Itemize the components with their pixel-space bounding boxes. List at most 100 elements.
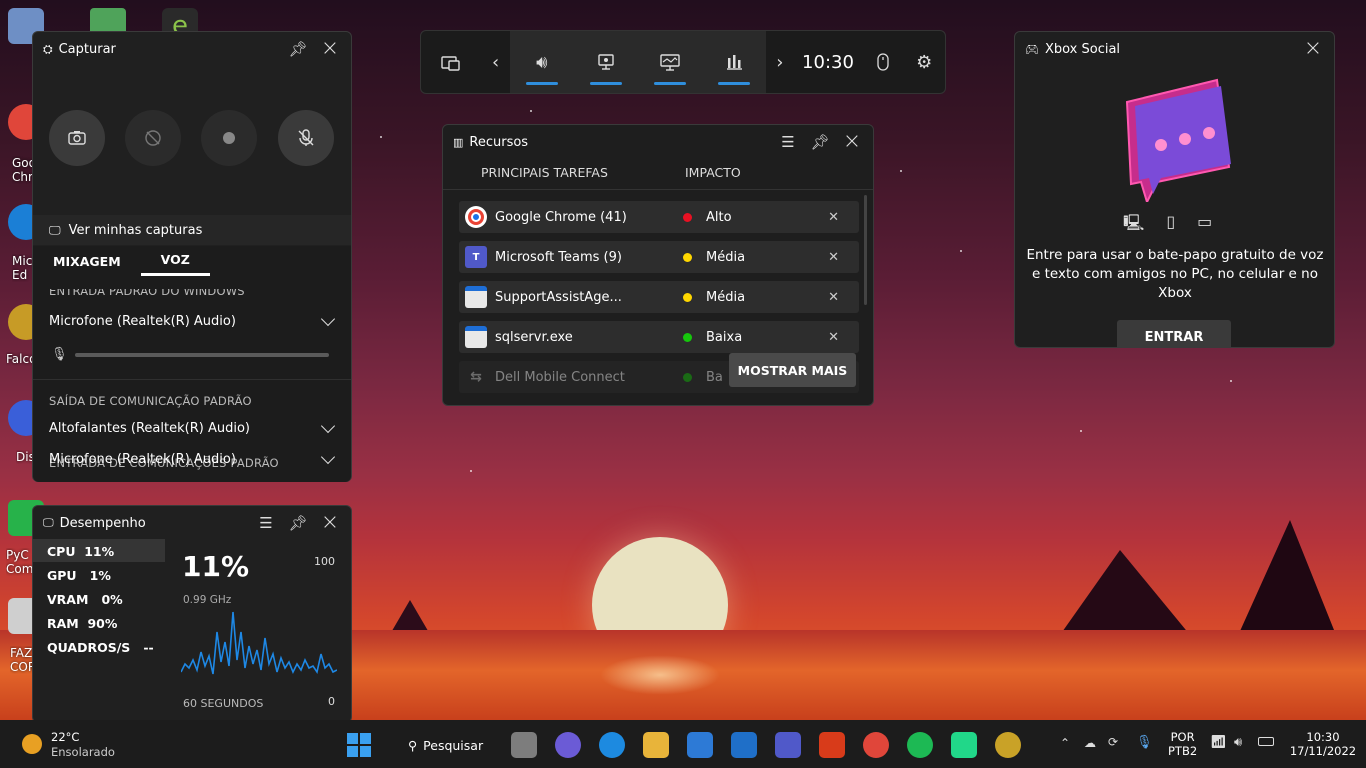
- options-icon[interactable]: ☰: [777, 131, 799, 153]
- sync-icon[interactable]: ⟳: [1108, 735, 1118, 749]
- mic-volume-slider[interactable]: [75, 353, 329, 357]
- widget-menu-button[interactable]: [421, 31, 481, 93]
- login-button[interactable]: ENTRAR: [1117, 320, 1231, 347]
- teams-icon: T: [465, 246, 487, 268]
- performance-title: Desempenho: [59, 515, 146, 531]
- scrollbar[interactable]: [864, 195, 867, 305]
- capture-widget-icon: [598, 54, 614, 70]
- clock-time: 10:30: [1306, 730, 1340, 744]
- chevron-up-icon[interactable]: ⌃: [1060, 736, 1070, 750]
- monitor-icon: 🖵︎: [43, 516, 54, 529]
- start-button[interactable]: [346, 732, 372, 758]
- store-icon[interactable]: [687, 732, 713, 758]
- close-icon[interactable]: ×: [319, 38, 341, 60]
- impact-value: Média: [706, 249, 746, 265]
- stat-label: RAM: [47, 616, 79, 631]
- controller-icon: 🎮︎: [1025, 42, 1039, 56]
- task-row[interactable]: sqlservr.exe Baixa ✕: [459, 321, 859, 353]
- file-explorer-icon[interactable]: [643, 732, 669, 758]
- social-message: Entre para usar o bate-papo gratuito de …: [1026, 247, 1324, 301]
- scroll-left-button[interactable]: ‹: [481, 31, 509, 93]
- pin-icon[interactable]: 📌︎: [809, 131, 831, 153]
- record-dot-icon: [223, 132, 235, 144]
- audio-widget-button[interactable]: 🔊︎: [510, 31, 574, 93]
- social-title: Xbox Social: [1044, 41, 1121, 57]
- pycharm-icon[interactable]: [951, 732, 977, 758]
- close-icon[interactable]: ×: [1302, 38, 1324, 60]
- chrome-taskbar-icon[interactable]: [863, 732, 889, 758]
- tab-voz[interactable]: VOZ: [140, 246, 210, 276]
- stat-fps[interactable]: QUADROS/S --: [47, 640, 154, 655]
- bar-chart-icon: [726, 55, 742, 70]
- input-device-dropdown[interactable]: Microfone (Realtek(R) Audio): [49, 311, 337, 329]
- stat-cpu[interactable]: CPU 11%: [47, 544, 114, 559]
- volume-icon[interactable]: 🔊︎: [1234, 735, 1242, 750]
- search-button[interactable]: ⚲ Pesquisar: [400, 731, 486, 759]
- comm-output-label: SAÍDA DE COMUNICAÇÃO PADRÃO: [49, 394, 252, 408]
- camera-icon: [68, 131, 86, 145]
- sun-weather-icon[interactable]: [22, 734, 42, 754]
- weather-desc[interactable]: Ensolarado: [51, 745, 115, 759]
- stat-value: 11%: [84, 544, 115, 559]
- gear-icon: ⚙︎: [916, 51, 933, 73]
- weather-temp[interactable]: 22°C: [51, 730, 79, 744]
- xbox-social-panel: 🎮︎ Xbox Social × 🖳︎ ▯ ▭ Entre para usar …: [1014, 31, 1335, 348]
- performance-header: 🖵︎ Desempenho ☰ 📌︎ ×: [33, 506, 351, 540]
- col-tasks: PRINCIPAIS TAREFAS: [481, 165, 608, 180]
- task-view-icon[interactable]: [511, 732, 537, 758]
- stat-vram[interactable]: VRAM 0%: [47, 592, 123, 607]
- stat-gpu[interactable]: GPU 1%: [47, 568, 111, 583]
- resources-widget-button[interactable]: [702, 31, 766, 93]
- close-task-icon[interactable]: ✕: [828, 210, 839, 225]
- monitor-icon: [660, 54, 680, 71]
- screenshot-button[interactable]: [49, 110, 105, 166]
- wifi-icon[interactable]: 📶︎: [1210, 735, 1227, 750]
- mic-toggle-button[interactable]: [278, 110, 334, 166]
- clock[interactable]: 10:30 17/11/2022: [1288, 730, 1358, 758]
- record-button[interactable]: [201, 110, 257, 166]
- stat-label: GPU: [47, 568, 77, 583]
- task-row[interactable]: Google Chrome (41) Alto ✕: [459, 201, 859, 233]
- teams-taskbar-icon[interactable]: [775, 732, 801, 758]
- close-task-icon[interactable]: ✕: [828, 290, 839, 305]
- comm-input-dropdown[interactable]: Microfone (Realtek(R) Audio): [49, 449, 337, 467]
- mic-off-icon: [298, 129, 314, 146]
- close-icon[interactable]: ×: [841, 131, 863, 153]
- tab-mixagem[interactable]: MIXAGEM: [33, 246, 141, 276]
- stat-ram[interactable]: RAM 90%: [47, 616, 117, 631]
- task-row[interactable]: T Microsoft Teams (9) Média ✕: [459, 241, 859, 273]
- close-task-icon[interactable]: ✕: [828, 330, 839, 345]
- capture-widget-button[interactable]: [574, 31, 638, 93]
- mouse-settings-button[interactable]: [862, 31, 904, 93]
- microphone-icon[interactable]: 🎙︎: [1136, 735, 1153, 750]
- task-row[interactable]: SupportAssistAge... Média ✕: [459, 281, 859, 313]
- chat-icon[interactable]: [555, 732, 581, 758]
- scroll-right-button[interactable]: ›: [766, 31, 794, 93]
- show-more-button[interactable]: MOSTRAR MAIS: [729, 353, 856, 387]
- close-task-icon[interactable]: ✕: [828, 250, 839, 265]
- settings-button[interactable]: ⚙︎: [903, 31, 945, 93]
- task-name: Microsoft Teams (9): [495, 249, 622, 265]
- gallery-icon: 🖵︎: [49, 222, 61, 237]
- social-header: 🎮︎ Xbox Social ×: [1015, 32, 1334, 66]
- record-last-button[interactable]: [125, 110, 181, 166]
- language-indicator[interactable]: POR PTB2: [1168, 730, 1197, 758]
- performance-widget-button[interactable]: [638, 31, 702, 93]
- battery-icon[interactable]: [1258, 737, 1274, 746]
- edge-icon[interactable]: [599, 732, 625, 758]
- game-icon[interactable]: [995, 732, 1021, 758]
- performance-panel: 🖵︎ Desempenho ☰ 📌︎ × CPU 11% GPU 1% VRAM…: [32, 505, 352, 723]
- chevron-down-icon: [320, 418, 336, 433]
- options-icon[interactable]: ☰: [255, 512, 277, 534]
- office-icon[interactable]: [819, 732, 845, 758]
- mail-icon[interactable]: [731, 732, 757, 758]
- pin-icon[interactable]: 📌︎: [287, 38, 309, 60]
- window-icon: [465, 286, 487, 308]
- onedrive-icon[interactable]: ☁: [1084, 736, 1096, 750]
- spotify-icon[interactable]: [907, 732, 933, 758]
- comm-output-dropdown[interactable]: Altofalantes (Realtek(R) Audio): [49, 418, 337, 436]
- pin-icon[interactable]: 📌︎: [287, 512, 309, 534]
- close-icon[interactable]: ×: [319, 512, 341, 534]
- view-captures-link[interactable]: 🖵︎ Ver minhas capturas: [33, 215, 351, 245]
- chat-bubble-icon: [1125, 78, 1231, 202]
